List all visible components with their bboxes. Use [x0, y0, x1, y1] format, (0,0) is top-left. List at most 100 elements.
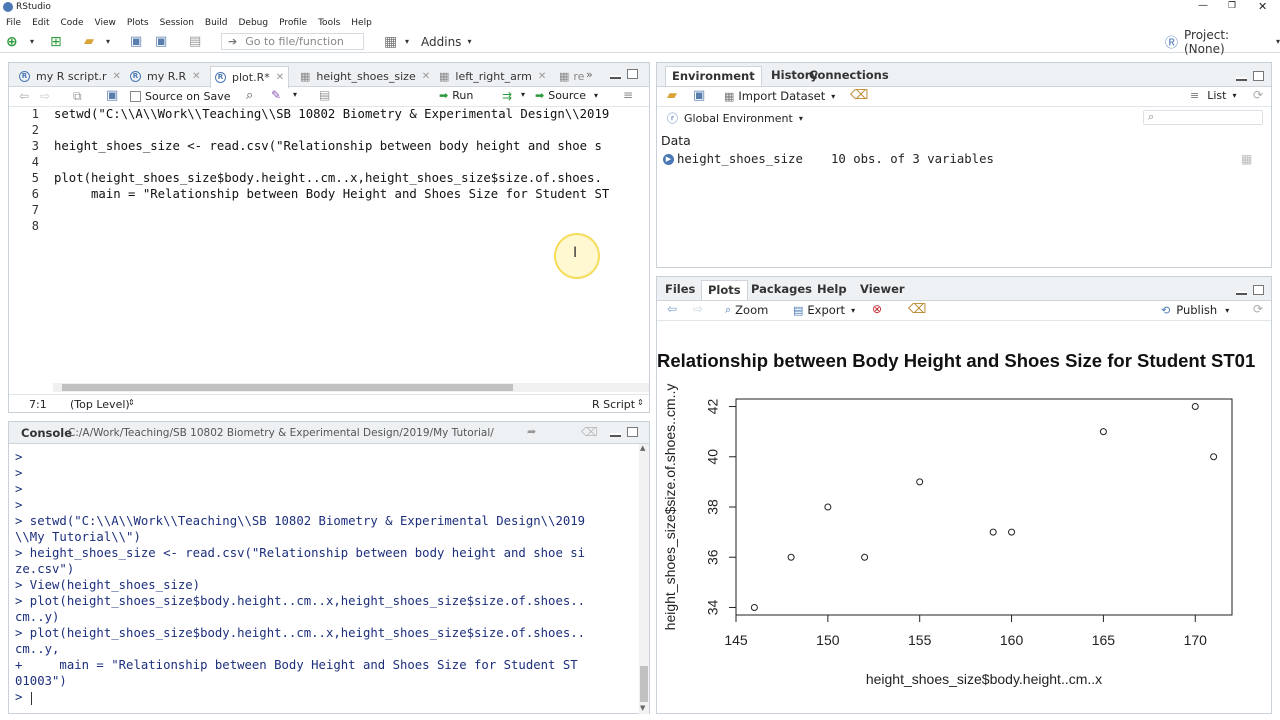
maximize-pane-icon[interactable] [1253, 285, 1264, 295]
scrollbar-thumb[interactable] [62, 384, 513, 391]
open-file-icon[interactable]: ▰ [84, 33, 94, 50]
menu-file[interactable]: File [6, 18, 21, 28]
save-icon[interactable]: ▣ [130, 33, 142, 50]
minimize-pane-icon[interactable] [610, 75, 621, 79]
tab-height-shoes-size[interactable]: ▦ height_shoes_size ✕ [296, 66, 434, 86]
maximize-pane-icon[interactable] [1253, 71, 1264, 81]
new-file-dropdown-icon[interactable]: ▾ [30, 33, 34, 50]
source-on-save-checkbox[interactable] [130, 91, 141, 102]
menu-profile[interactable]: Profile [279, 18, 307, 28]
environment-search-input[interactable]: ⌕ [1143, 110, 1263, 125]
next-plot-icon[interactable]: ⇨ [693, 302, 703, 316]
outline-icon[interactable]: ≡ [623, 88, 633, 102]
save-workspace-icon[interactable]: ▣ [693, 88, 705, 103]
tab-packages[interactable]: Packages [751, 282, 812, 296]
tab-connections[interactable]: Connections [809, 68, 889, 82]
editor-horizontal-scrollbar[interactable] [53, 383, 649, 392]
new-project-icon[interactable]: ⊞ [50, 33, 62, 50]
close-tab-icon[interactable]: ✕ [192, 71, 200, 82]
close-tab-icon[interactable]: ✕ [276, 72, 284, 83]
menu-tools[interactable]: Tools [318, 18, 340, 28]
new-file-icon[interactable]: ⊕ [6, 33, 18, 50]
chevron-down-icon[interactable]: ▾ [521, 90, 525, 99]
project-menu[interactable]: Project: (None) ▾ [1184, 28, 1280, 56]
close-tab-icon[interactable]: ✕ [113, 71, 121, 82]
menu-help[interactable]: Help [351, 18, 372, 28]
maximize-window-icon[interactable]: ❐ [1228, 1, 1236, 11]
minimize-pane-icon[interactable] [1236, 77, 1247, 81]
menu-view[interactable]: View [95, 18, 116, 28]
show-in-window-icon[interactable]: ⧉ [73, 89, 82, 104]
minimize-pane-icon[interactable] [1236, 291, 1247, 295]
rerun-icon[interactable]: ⇉ [502, 89, 512, 103]
maximize-pane-icon[interactable] [627, 69, 638, 79]
print-icon[interactable]: ▤ [189, 33, 201, 50]
panes-dropdown-icon[interactable]: ▾ [405, 33, 409, 50]
global-environment-selector[interactable]: ⓡ Global Environment ▾ [667, 110, 803, 126]
code-editor[interactable]: 1 setwd("C:\\A\\Work\\Teaching\\SB 10802… [9, 107, 649, 381]
minimize-window-icon[interactable]: — [1198, 0, 1208, 11]
tab-environment[interactable]: Environment [665, 66, 762, 86]
menu-code[interactable]: Code [61, 18, 84, 28]
goto-directory-icon[interactable]: ➦ [527, 425, 536, 438]
save-all-icon[interactable]: ▣ [155, 33, 167, 50]
tab-files[interactable]: Files [665, 282, 695, 296]
maximize-pane-icon[interactable] [627, 427, 638, 437]
close-tab-icon[interactable]: ✕ [538, 71, 546, 82]
close-window-icon[interactable]: ✕ [1258, 0, 1267, 13]
tab-help[interactable]: Help [817, 282, 847, 296]
menu-plots[interactable]: Plots [127, 18, 149, 28]
run-button[interactable]: ➡ Run [439, 89, 473, 102]
import-dataset-button[interactable]: ▦ Import Dataset ▾ [724, 89, 835, 103]
scrollbar-thumb[interactable] [640, 666, 648, 702]
workspace-panes-icon[interactable]: ▦ [384, 33, 397, 50]
remove-plot-icon[interactable]: ⊗ [872, 302, 882, 316]
goto-file-input[interactable]: ➔ Go to file/function [221, 33, 364, 50]
menu-debug[interactable]: Debug [239, 18, 269, 28]
menu-edit[interactable]: Edit [32, 18, 49, 28]
tab-left-right-arm[interactable]: ▦ left_right_arm ✕ [435, 66, 550, 86]
scroll-up-icon[interactable]: ▲ [640, 444, 645, 452]
refresh-icon[interactable]: ⟳ [1253, 88, 1263, 102]
tab-my-r[interactable]: Rmy R.R ✕ [126, 66, 205, 86]
tab-overflow[interactable]: ▦ re [555, 66, 588, 86]
tab-plot-r-active[interactable]: Rplot.R* ✕ [210, 66, 290, 88]
load-workspace-icon[interactable]: ▰ [667, 88, 677, 103]
source-button[interactable]: ➡ Source ▾ [535, 89, 598, 102]
chevron-down-icon[interactable]: ▾ [293, 90, 297, 99]
tab-plots[interactable]: Plots [701, 280, 748, 300]
publish-button[interactable]: ⟲ Publish ▾ [1161, 303, 1229, 317]
clear-plots-brush-icon[interactable]: ⌫ [908, 302, 926, 317]
scope-selector[interactable]: (Top Level) [70, 398, 130, 411]
minimize-pane-icon[interactable] [610, 433, 621, 437]
tab-my-r-script[interactable]: Rmy R script.r ✕ [15, 66, 125, 86]
refresh-icon[interactable]: ⟳ [1253, 302, 1263, 316]
more-tabs-icon[interactable]: » [586, 68, 593, 81]
expand-arrow-icon[interactable]: ▶ [663, 154, 674, 165]
menu-session[interactable]: Session [160, 18, 194, 28]
save-icon[interactable]: ▣ [106, 88, 118, 103]
clear-console-brush-icon[interactable]: ⌫ [581, 425, 598, 439]
menu-build[interactable]: Build [205, 18, 228, 28]
view-mode-list[interactable]: ≡ List ▾ [1190, 89, 1236, 102]
file-type-selector[interactable]: R Script [592, 398, 635, 411]
close-tab-icon[interactable]: ✕ [422, 71, 430, 82]
clear-workspace-brush-icon[interactable]: ⌫ [850, 88, 868, 103]
previous-plot-icon[interactable]: ⇦ [667, 302, 677, 316]
console-vertical-scrollbar[interactable]: ▲ ▼ [639, 444, 649, 714]
scroll-down-icon[interactable]: ▼ [640, 704, 645, 712]
search-icon[interactable]: ⌕ [246, 88, 253, 103]
compile-report-icon[interactable]: ▤ [319, 88, 330, 102]
back-arrow-icon[interactable]: ⇦ [19, 89, 29, 103]
forward-arrow-icon[interactable]: ⇨ [40, 89, 50, 103]
open-file-dropdown-icon[interactable]: ▾ [106, 33, 110, 50]
environment-row[interactable]: ▶ height_shoes_size 10 obs. of 3 variabl… [659, 151, 1271, 169]
zoom-button[interactable]: ⌕ Zoom [725, 303, 768, 317]
console-tab[interactable]: Console [21, 426, 72, 440]
view-table-icon[interactable]: ▦ [1241, 152, 1252, 166]
code-tools-wand-icon[interactable]: ✎ [271, 88, 281, 102]
console-output[interactable]: > > > > > setwd("C:\\A\\Work\\Teaching\\… [9, 444, 637, 714]
export-button[interactable]: ▤ Export ▾ [793, 303, 855, 317]
addins-button[interactable]: Addins ▾ [421, 33, 471, 50]
tab-viewer[interactable]: Viewer [860, 282, 905, 296]
